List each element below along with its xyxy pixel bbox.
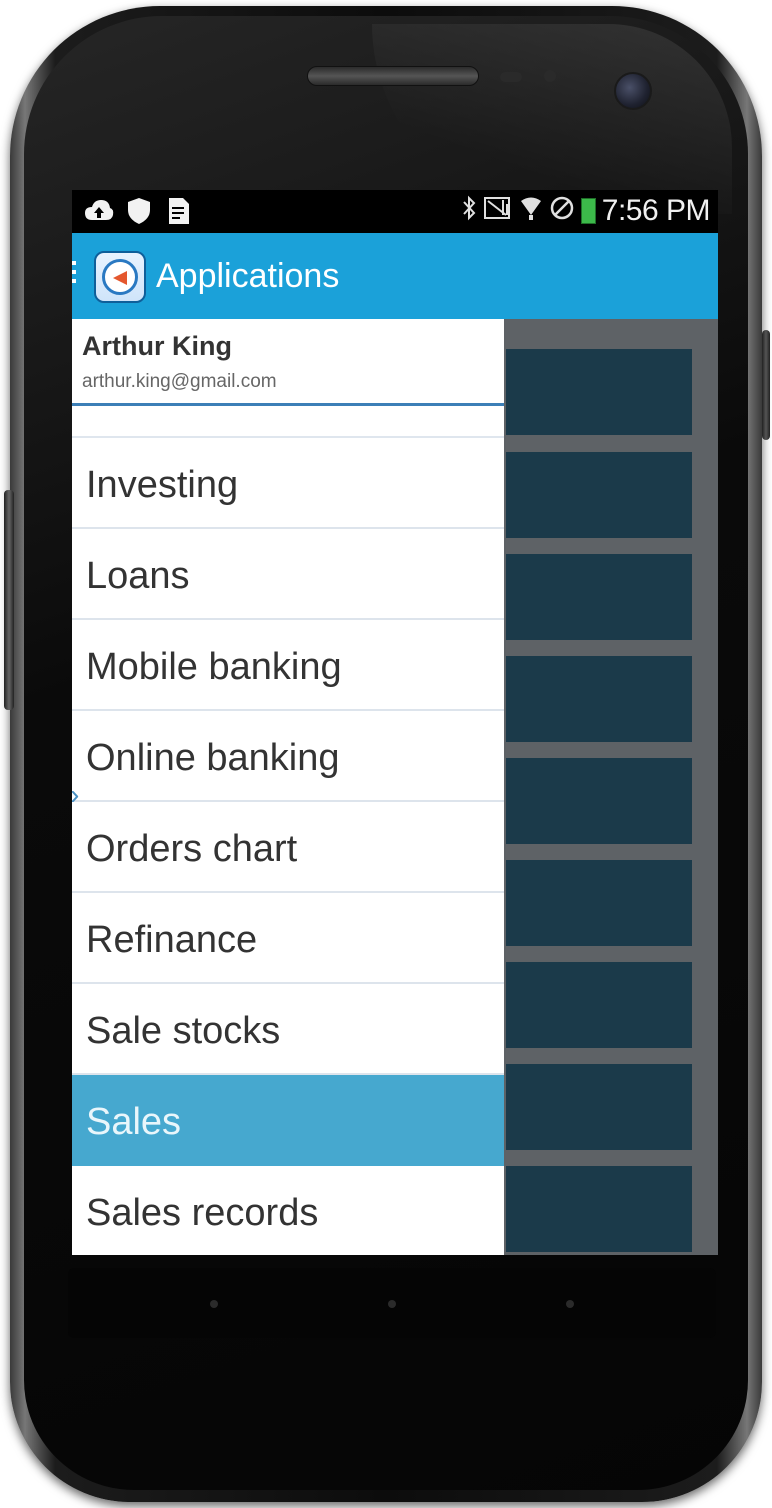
drawer-item-label: Mobile banking: [86, 646, 342, 688]
content-tile[interactable]: [506, 349, 692, 435]
user-profile[interactable]: Arthur King arthur.king@gmail.com: [72, 319, 504, 406]
blocked-icon: [549, 195, 575, 227]
drawer-item-label: Sales records: [86, 1192, 319, 1234]
chevron-right-icon[interactable]: ›: [72, 779, 79, 811]
drawer-indicator-icon[interactable]: [72, 261, 78, 288]
drawer-item-sales-records[interactable]: Sales records: [72, 1166, 504, 1255]
app-logo-icon[interactable]: [94, 251, 146, 303]
action-bar-title: Applications: [156, 257, 340, 295]
wifi-icon: [519, 195, 543, 227]
drawer-item-label: Online banking: [86, 737, 340, 779]
content-tile[interactable]: [506, 758, 692, 844]
back-key[interactable]: [210, 1300, 218, 1308]
content-tile[interactable]: [506, 860, 692, 946]
menu-key[interactable]: [566, 1300, 574, 1308]
content-tile[interactable]: [506, 656, 692, 742]
drawer-item-orders-chart[interactable]: Orders chart: [72, 802, 504, 893]
phone-screen: 7:56 PM Applications Arthur King arthur.…: [72, 190, 718, 1255]
drawer-item-online-banking[interactable]: Online banking: [72, 711, 504, 802]
front-camera: [614, 72, 652, 110]
content-tile[interactable]: [506, 1166, 692, 1252]
drawer-item-label: Loans: [86, 555, 190, 597]
drawer-filter-strip[interactable]: [72, 406, 504, 438]
user-email: arthur.king@gmail.com: [82, 371, 277, 392]
hardware-nav-bar: [68, 1268, 716, 1338]
volume-button: [4, 490, 14, 710]
document-icon: [164, 196, 194, 226]
proximity-sensor: [500, 72, 522, 82]
drawer-item-refinance[interactable]: Refinance: [72, 893, 504, 984]
status-left-icons: [84, 196, 194, 226]
drawer-item-label: Refinance: [86, 919, 258, 961]
home-key[interactable]: [388, 1300, 396, 1308]
cloud-upload-icon: [84, 196, 114, 226]
content-tile[interactable]: [506, 962, 692, 1048]
drawer-menu: Investing Loans Mobile banking Online ba…: [72, 438, 504, 1255]
drawer-item-investing[interactable]: Investing: [72, 438, 504, 529]
drawer-item-label: Sale stocks: [86, 1010, 281, 1052]
status-time: 7:56 PM: [601, 194, 711, 227]
content-area: [504, 319, 718, 1255]
shield-icon: [124, 196, 154, 226]
drawer-item-label: Investing: [86, 464, 239, 506]
status-bar: 7:56 PM: [72, 190, 718, 233]
drawer-item-mobile-banking[interactable]: Mobile banking: [72, 620, 504, 711]
status-right-icons: 7:56 PM: [461, 194, 711, 228]
earpiece-speaker: [307, 66, 479, 86]
light-sensor: [544, 70, 556, 82]
action-bar: Applications: [72, 233, 718, 319]
user-name: Arthur King: [82, 331, 232, 361]
content-tile[interactable]: [506, 1064, 692, 1150]
drawer-item-label: Orders chart: [86, 828, 298, 870]
drawer-item-loans[interactable]: Loans: [72, 529, 504, 620]
content-tile[interactable]: [506, 554, 692, 640]
bluetooth-icon: [461, 195, 477, 227]
battery-icon: [580, 198, 596, 224]
drawer-item-sales[interactable]: Sales: [72, 1075, 504, 1166]
navigation-drawer: Arthur King arthur.king@gmail.com Invest…: [72, 319, 504, 1255]
content-tile[interactable]: [506, 452, 692, 538]
power-button: [762, 330, 770, 440]
drawer-item-label: Sales: [86, 1101, 182, 1143]
no-signal-icon: [483, 195, 513, 227]
drawer-item-sale-stocks[interactable]: Sale stocks: [72, 984, 504, 1075]
